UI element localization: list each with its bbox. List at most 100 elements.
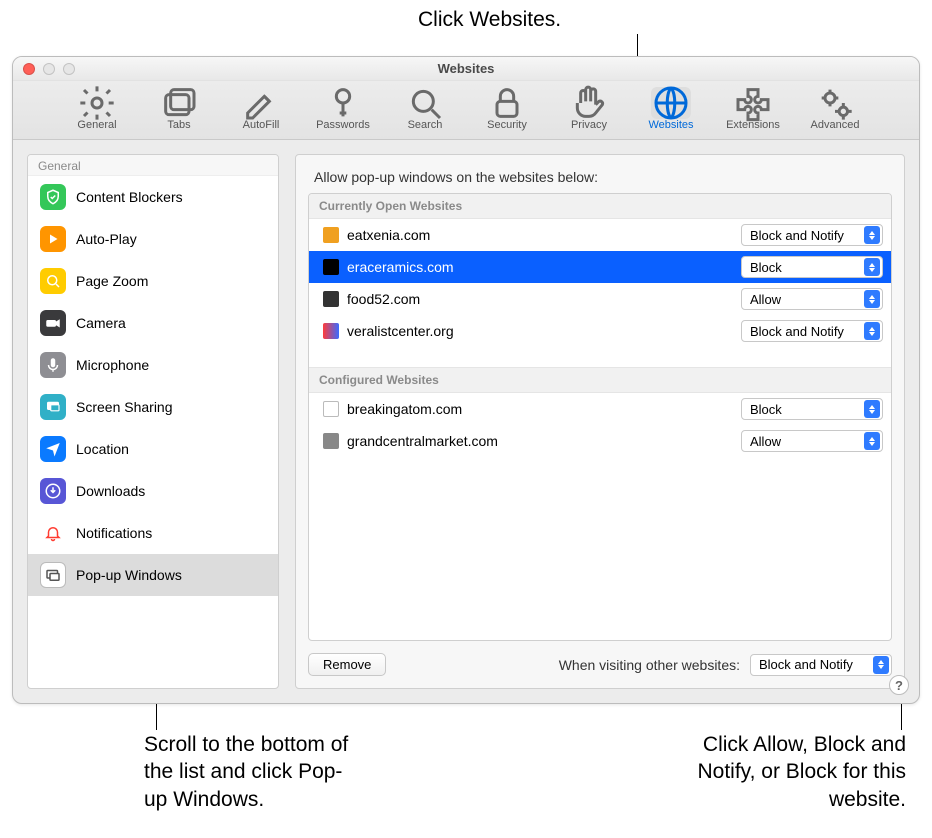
chevron-updown-icon — [864, 258, 880, 276]
policy-value: Allow — [750, 292, 781, 307]
sidebar-item-auto-play[interactable]: Auto-Play — [28, 218, 278, 260]
gear-icon — [77, 87, 117, 119]
sidebar-item-location[interactable]: Location — [28, 428, 278, 470]
lock-icon — [487, 87, 527, 119]
close-icon[interactable] — [23, 63, 35, 75]
microphone-icon — [40, 352, 66, 378]
policy-popup[interactable]: Allow — [741, 430, 883, 452]
minimize-icon[interactable] — [43, 63, 55, 75]
key-icon — [323, 87, 363, 119]
policy-popup[interactable]: Block and Notify — [741, 320, 883, 342]
window-controls — [13, 63, 75, 75]
toolbar-autofill[interactable]: AutoFill — [231, 87, 291, 131]
website-domain: grandcentralmarket.com — [347, 433, 498, 449]
website-domain: eraceramics.com — [347, 259, 454, 275]
search-icon — [405, 87, 445, 119]
annotation-bl-line — [156, 700, 157, 730]
sidebar-item-page-zoom[interactable]: Page Zoom — [28, 260, 278, 302]
preferences-toolbar: General Tabs AutoFill Passwords Search S — [13, 81, 919, 140]
website-domain: veralistcenter.org — [347, 323, 454, 339]
policy-popup[interactable]: Block — [741, 256, 883, 278]
sidebar-item-notifications[interactable]: Notifications — [28, 512, 278, 554]
screen-sharing-icon — [40, 394, 66, 420]
favicon-icon — [323, 259, 339, 275]
gears-icon — [815, 87, 855, 119]
location-icon — [40, 436, 66, 462]
zoom-icon[interactable] — [63, 63, 75, 75]
website-row[interactable]: food52.com Allow — [309, 283, 891, 315]
sidebar-item-screen-sharing[interactable]: Screen Sharing — [28, 386, 278, 428]
policy-popup[interactable]: Allow — [741, 288, 883, 310]
website-domain: food52.com — [347, 291, 420, 307]
annotation-bottom-left: Scroll to the bottom of the list and cli… — [144, 731, 364, 813]
sidebar-item-label: Microphone — [76, 357, 149, 373]
sidebar-item-label: Downloads — [76, 483, 145, 499]
website-row[interactable]: eatxenia.com Block and Notify — [309, 219, 891, 251]
toolbar-passwords[interactable]: Passwords — [313, 87, 373, 131]
website-row[interactable]: veralistcenter.org Block and Notify — [309, 315, 891, 347]
help-button[interactable]: ? — [889, 675, 909, 695]
favicon-icon — [323, 227, 339, 243]
favicon-icon — [323, 291, 339, 307]
panel-heading: Allow pop-up windows on the websites bel… — [314, 169, 892, 185]
toolbar-extensions[interactable]: Extensions — [723, 87, 783, 131]
remove-button[interactable]: Remove — [308, 653, 386, 676]
favicon-icon — [323, 401, 339, 417]
sidebar-item-downloads[interactable]: Downloads — [28, 470, 278, 512]
window-title: Websites — [13, 61, 919, 76]
content-blockers-icon — [40, 184, 66, 210]
main-panel: Allow pop-up windows on the websites bel… — [295, 154, 905, 689]
sidebar-item-label: Notifications — [76, 525, 152, 541]
sidebar-item-label: Auto-Play — [76, 231, 137, 247]
policy-value: Block and Notify — [750, 324, 844, 339]
downloads-icon — [40, 478, 66, 504]
sidebar-header: General — [28, 155, 278, 176]
toolbar-search[interactable]: Search — [395, 87, 455, 131]
website-row[interactable]: grandcentralmarket.com Allow — [309, 425, 891, 457]
toolbar-websites[interactable]: Websites — [641, 87, 701, 131]
sidebar-item-label: Pop-up Windows — [76, 567, 182, 583]
favicon-icon — [323, 433, 339, 449]
notifications-icon — [40, 520, 66, 546]
sidebar-item-label: Location — [76, 441, 129, 457]
website-row[interactable]: eraceramics.com Block — [309, 251, 891, 283]
section-open-websites: Currently Open Websites — [309, 194, 891, 219]
website-domain: breakingatom.com — [347, 401, 462, 417]
toolbar-privacy[interactable]: Privacy — [559, 87, 619, 131]
pencil-icon — [241, 87, 281, 119]
chevron-updown-icon — [864, 226, 880, 244]
chevron-updown-icon — [864, 400, 880, 418]
toolbar-security[interactable]: Security — [477, 87, 537, 131]
toolbar-advanced[interactable]: Advanced — [805, 87, 865, 131]
puzzle-icon — [733, 87, 773, 119]
tabs-icon — [159, 87, 199, 119]
sidebar-item-microphone[interactable]: Microphone — [28, 344, 278, 386]
annotation-top: Click Websites. — [418, 6, 561, 33]
sidebar-item-popup-windows[interactable]: Pop-up Windows — [28, 554, 278, 596]
website-list[interactable]: Currently Open Websites eatxenia.com Bloc… — [308, 193, 892, 641]
globe-icon — [651, 87, 691, 119]
website-domain: eatxenia.com — [347, 227, 430, 243]
chevron-updown-icon — [864, 432, 880, 450]
popup-windows-icon — [40, 562, 66, 588]
other-websites-popup[interactable]: Block and Notify — [750, 654, 892, 676]
camera-icon — [40, 310, 66, 336]
chevron-updown-icon — [873, 656, 889, 674]
hand-icon — [569, 87, 609, 119]
policy-popup[interactable]: Block — [741, 398, 883, 420]
titlebar: Websites — [13, 57, 919, 81]
policy-value: Allow — [750, 434, 781, 449]
policy-value: Block and Notify — [750, 228, 844, 243]
sidebar[interactable]: General Content Blockers Auto-Play Page Zo… — [27, 154, 279, 689]
toolbar-general[interactable]: General — [67, 87, 127, 131]
toolbar-tabs[interactable]: Tabs — [149, 87, 209, 131]
policy-value: Block — [750, 260, 782, 275]
sidebar-item-camera[interactable]: Camera — [28, 302, 278, 344]
sidebar-item-content-blockers[interactable]: Content Blockers — [28, 176, 278, 218]
sidebar-item-label: Content Blockers — [76, 189, 183, 205]
sidebar-item-label: Camera — [76, 315, 126, 331]
website-row[interactable]: breakingatom.com Block — [309, 393, 891, 425]
page-zoom-icon — [40, 268, 66, 294]
policy-popup[interactable]: Block and Notify — [741, 224, 883, 246]
content-area: General Content Blockers Auto-Play Page Zo… — [13, 140, 919, 703]
